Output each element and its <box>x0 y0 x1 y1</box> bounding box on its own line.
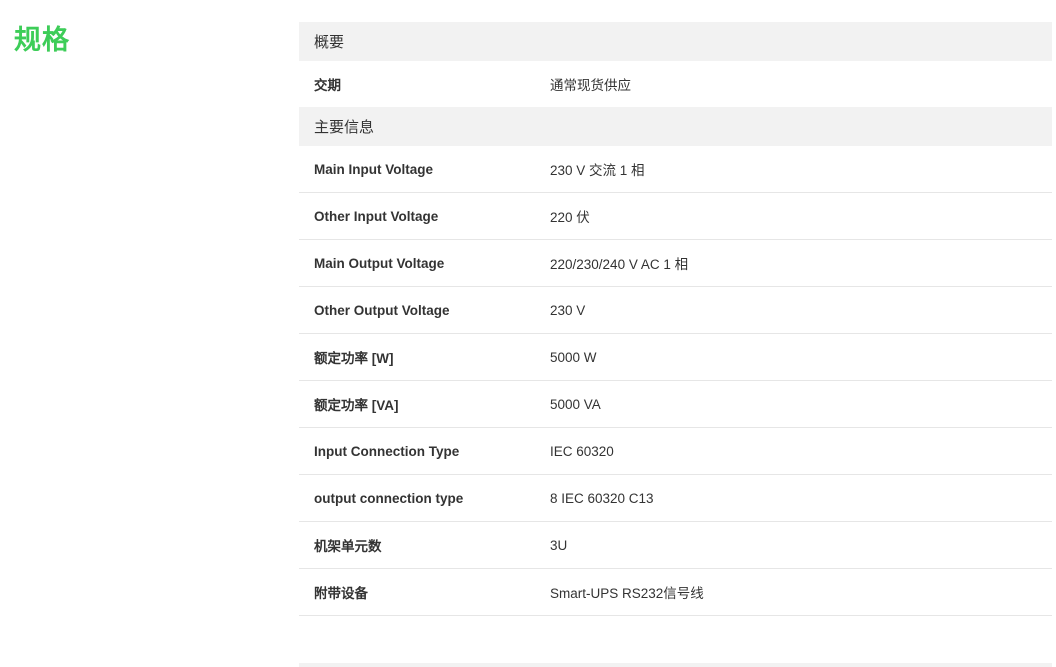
spec-label: output connection type <box>314 490 464 506</box>
spec-value: 5000 VA <box>550 396 601 412</box>
spec-label: Other Output Voltage <box>314 302 450 318</box>
table-row: 机架单元数 3U <box>299 522 1052 569</box>
table-row: Other Input Voltage 220 伏 <box>299 193 1052 240</box>
section-header-main-info: 主要信息 <box>299 107 1052 146</box>
spec-label: Main Input Voltage <box>314 161 433 177</box>
spec-label: 额定功率 [W] <box>314 351 394 366</box>
spec-label: Other Input Voltage <box>314 208 439 224</box>
spec-label: 额定功率 [VA] <box>314 398 399 413</box>
table-row: Main Output Voltage 220/230/240 V AC 1 相 <box>299 240 1052 287</box>
table-row: 额定功率 [VA] 5000 VA <box>299 381 1052 428</box>
spec-label: 附带设备 <box>314 586 368 601</box>
spec-value: 5000 W <box>550 349 597 365</box>
table-row: Input Connection Type IEC 60320 <box>299 428 1052 475</box>
spec-value: IEC 60320 <box>550 443 614 459</box>
spec-label: Input Connection Type <box>314 443 460 459</box>
spec-value: Smart-UPS RS232信号线 <box>550 586 704 601</box>
table-row: 交期 通常现货供应 <box>299 61 1052 107</box>
section-header-overview: 概要 <box>299 22 1052 61</box>
table-row: Main Input Voltage 230 V 交流 1 相 <box>299 146 1052 193</box>
table-row: 额定功率 [W] 5000 W <box>299 334 1052 381</box>
spec-label: 交期 <box>314 78 341 93</box>
spec-table: 概要 交期 通常现货供应 主要信息 Main Input Voltage 230… <box>299 22 1052 667</box>
table-row: Other Output Voltage 230 V <box>299 287 1052 334</box>
spec-value: 230 V 交流 1 相 <box>550 163 645 178</box>
spec-value: 220 伏 <box>550 210 590 225</box>
table-row <box>299 616 1052 663</box>
page-title: 规格 <box>14 25 70 56</box>
spec-value: 230 V <box>550 302 586 318</box>
spec-label: 机架单元数 <box>314 539 382 554</box>
spec-value: 3U <box>550 537 568 553</box>
spec-value: 8 IEC 60320 C13 <box>550 490 654 506</box>
table-row: output connection type 8 IEC 60320 C13 <box>299 475 1052 522</box>
table-row: 附带设备 Smart-UPS RS232信号线 <box>299 569 1052 616</box>
spec-value: 220/230/240 V AC 1 相 <box>550 257 689 272</box>
spec-label: Main Output Voltage <box>314 255 445 271</box>
spec-value: 通常现货供应 <box>550 78 631 93</box>
table-footer-divider <box>299 663 1052 667</box>
